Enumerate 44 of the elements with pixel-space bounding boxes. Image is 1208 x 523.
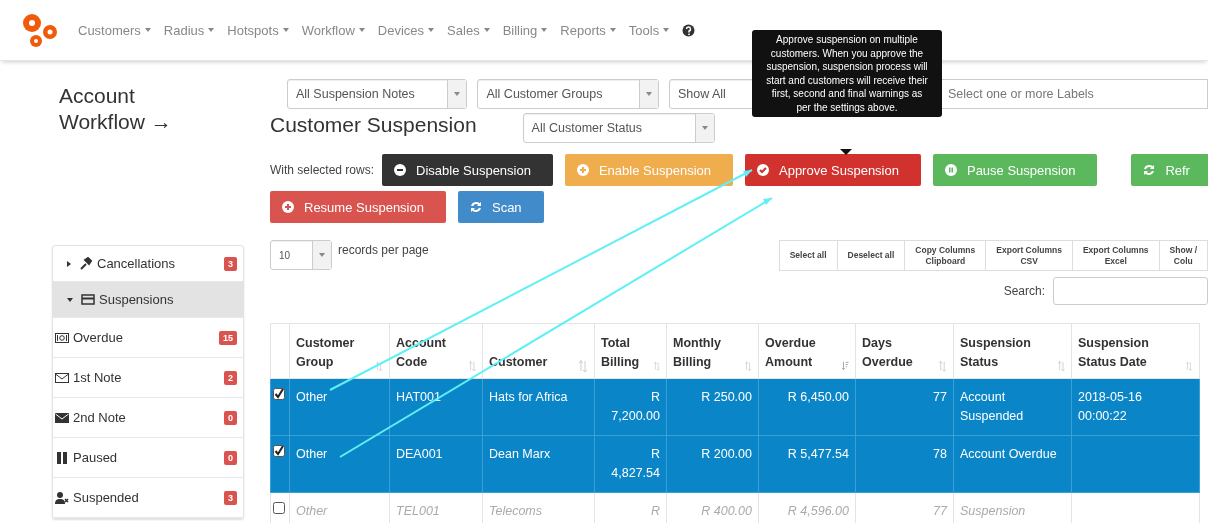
sidebar-label: Paused bbox=[73, 450, 119, 465]
table-cell: Suspension bbox=[960, 504, 1026, 518]
sidebar-label: 2nd Note bbox=[73, 410, 127, 425]
table-cell: Other bbox=[296, 390, 328, 404]
table-cell: Other bbox=[296, 447, 328, 461]
table-cell: R 4,827.54 bbox=[611, 447, 660, 480]
count-badge: 15 bbox=[219, 330, 237, 345]
table-cell: 2018-05-16 00:00:22 bbox=[1078, 390, 1142, 423]
table-cell: Account Overdue bbox=[960, 447, 1057, 461]
table-cell: R 400.00 bbox=[701, 504, 752, 518]
sidebar-label: Cancellations bbox=[97, 256, 177, 271]
count-badge: 3 bbox=[224, 256, 237, 271]
table-cell: Other bbox=[296, 504, 328, 518]
table-cell: Dean Marx bbox=[489, 447, 551, 461]
table-cell: DEA001 bbox=[396, 447, 443, 461]
table-cell: R 4,596.00 bbox=[787, 504, 849, 518]
table-cell: R 250.00 bbox=[701, 390, 752, 404]
table-cell: TEL001 bbox=[396, 504, 440, 518]
sidebar-label: Suspended bbox=[73, 490, 140, 505]
table-cell: Hats for Africa bbox=[489, 390, 568, 404]
count-badge: 0 bbox=[224, 410, 237, 425]
tooltip: Approve suspension on multiple customers. When you approve the suspension, suspension process will start and customers will receive their first, second and final warnings as per the settings above. bbox=[752, 30, 942, 117]
count-badge: 3 bbox=[224, 490, 237, 505]
table-cell: 78 bbox=[933, 447, 947, 461]
table-cell: R 200.00 bbox=[701, 447, 752, 461]
sidebar-label: Suspensions bbox=[99, 292, 175, 307]
table-cell: Account Suspended bbox=[960, 390, 1024, 423]
bulk-actions-label: With selected rows: bbox=[270, 163, 375, 177]
table-cell: R 6,450.00 bbox=[787, 390, 849, 404]
table-cell: R 7,200.00 bbox=[611, 390, 660, 423]
table-cell: R bbox=[650, 504, 660, 518]
search-label: Search: bbox=[1003, 284, 1045, 298]
count-badge: 2 bbox=[224, 370, 237, 385]
section-heading: Customer Suspension bbox=[270, 113, 477, 137]
table-cell: R 5,477.54 bbox=[787, 447, 849, 461]
sidebar-label: 1st Note bbox=[73, 370, 123, 385]
page-title: Account Workflow → bbox=[59, 83, 173, 135]
table-cell: 77 bbox=[933, 390, 947, 404]
count-badge: 0 bbox=[224, 450, 237, 465]
page-length-label: records per page bbox=[338, 243, 429, 257]
table-cell: HAT001 bbox=[396, 390, 441, 404]
table-cell: Telecoms bbox=[489, 504, 543, 518]
sidebar-label: Overdue bbox=[73, 330, 124, 345]
table-cell: 77 bbox=[933, 504, 947, 518]
